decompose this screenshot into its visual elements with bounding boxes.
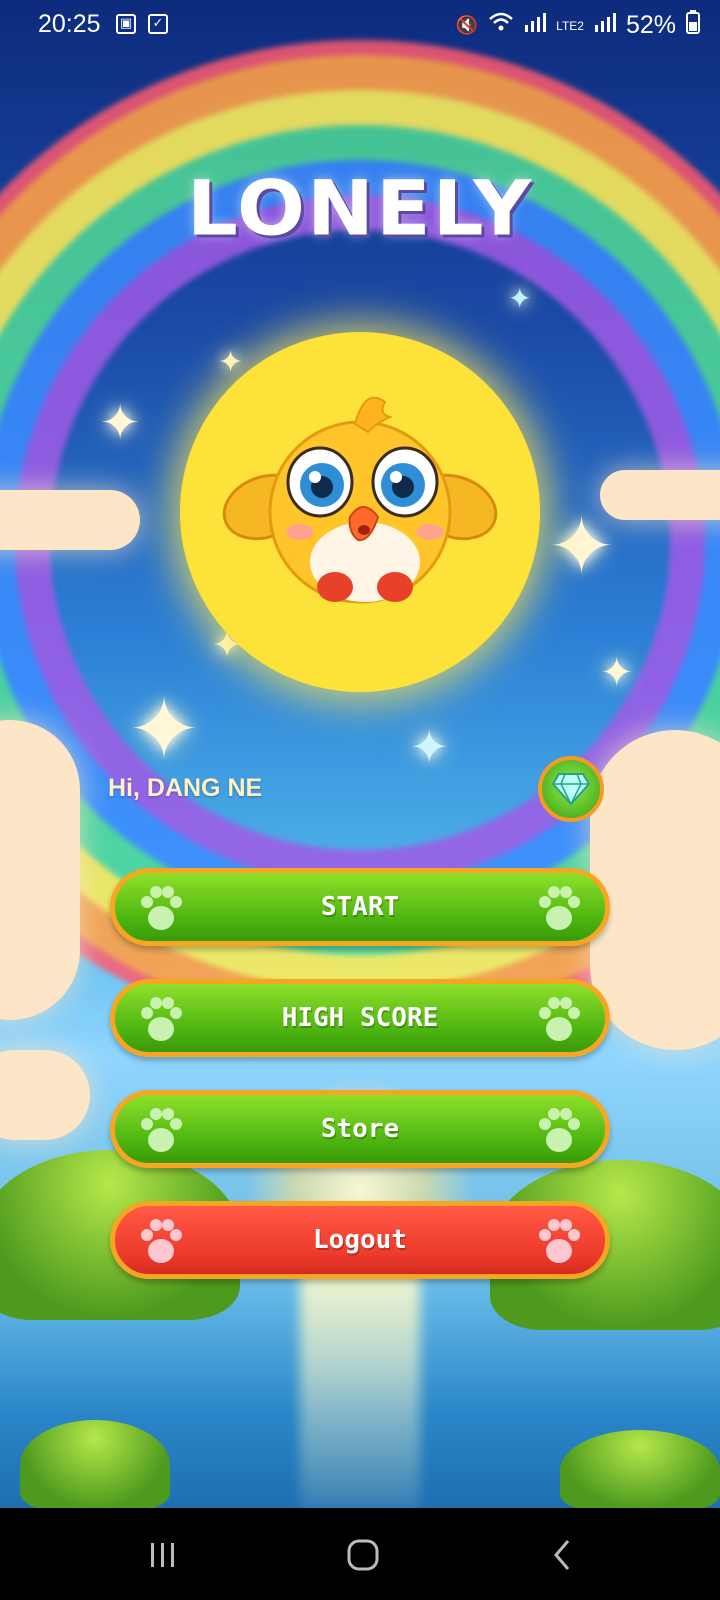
cloud: [590, 730, 720, 1050]
cloud: [0, 1050, 90, 1140]
signal-icon: [524, 11, 547, 40]
gem-button[interactable]: [538, 756, 604, 822]
gallery-notification-icon: ▣: [116, 14, 136, 34]
status-time: 20:25: [38, 10, 101, 38]
check-notification-icon: ✓: [148, 14, 168, 34]
paw-icon: [139, 1107, 183, 1159]
logout-label: Logout: [313, 1225, 407, 1255]
high-score-button[interactable]: HIGH SCORE: [110, 979, 610, 1057]
grass-tuft: [560, 1430, 720, 1508]
logout-button[interactable]: Logout: [110, 1201, 610, 1279]
paw-icon: [537, 885, 581, 937]
home-icon: [347, 1539, 379, 1571]
paw-icon: [537, 1218, 581, 1270]
mute-icon: 🔇: [455, 15, 479, 35]
battery-icon: [686, 10, 700, 41]
cloud: [0, 720, 80, 1020]
system-nav-bar: [0, 1508, 720, 1600]
back-icon: [554, 1540, 570, 1570]
sparkle-icon: ✦: [100, 395, 141, 451]
status-indicators: 🔇 LTE2 52%: [456, 10, 700, 41]
sparkle-icon: ✦: [600, 650, 634, 696]
battery-level: 52%: [625, 11, 676, 39]
sparkle-icon: ✦: [410, 720, 449, 774]
start-label: START: [320, 892, 400, 922]
back-button[interactable]: [538, 1530, 588, 1580]
chick-character-icon: [222, 396, 498, 604]
store-label: Store: [320, 1114, 400, 1144]
sparkle-icon: ✦: [548, 500, 616, 593]
recent-apps-icon: [151, 1543, 174, 1567]
diamond-icon: [551, 773, 591, 806]
paw-icon: [139, 1218, 183, 1270]
start-button[interactable]: START: [110, 868, 610, 946]
cloud: [0, 490, 140, 550]
grass-tuft: [20, 1420, 170, 1508]
store-button[interactable]: Store: [110, 1090, 610, 1168]
paw-icon: [537, 996, 581, 1048]
cloud: [600, 470, 720, 520]
paw-icon: [139, 996, 183, 1048]
avatar: [180, 332, 540, 692]
home-button[interactable]: [338, 1530, 388, 1580]
paw-icon: [537, 1107, 581, 1159]
user-greeting: Hi, DANG NE: [108, 774, 263, 802]
recent-apps-button[interactable]: [138, 1530, 188, 1580]
network-type-label: LTE2: [556, 18, 584, 33]
water-reflection: [300, 1270, 420, 1508]
status-bar: 20:25 ▣ ✓ 🔇 LTE2 52%: [0, 0, 720, 50]
sparkle-icon: ✦: [128, 680, 201, 780]
high-score-label: HIGH SCORE: [281, 1003, 439, 1033]
game-title: LONELY: [186, 164, 534, 253]
signal-icon-2: [594, 11, 616, 40]
paw-icon: [139, 885, 183, 937]
sparkle-icon: ✦: [508, 282, 532, 315]
wifi-icon: [488, 11, 514, 40]
